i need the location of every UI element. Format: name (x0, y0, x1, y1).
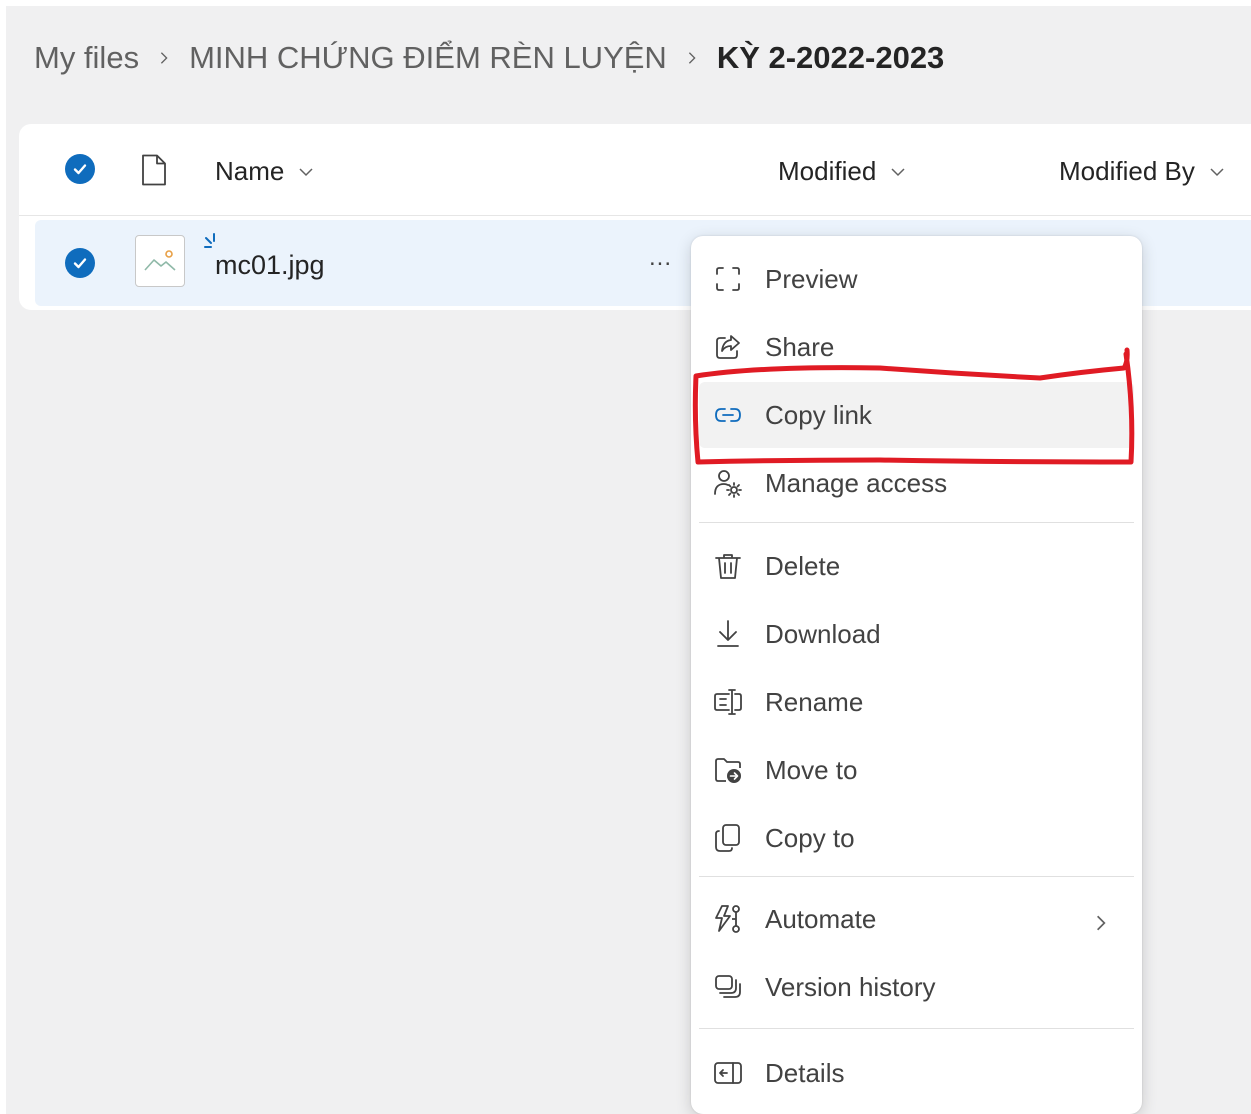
breadcrumb-folder[interactable]: MINH CHỨNG ĐIỂM RÈN LUYỆN (189, 40, 667, 76)
menu-item-automate[interactable]: Automate (699, 886, 1134, 952)
menu-item-details[interactable]: Details (699, 1040, 1134, 1106)
chevron-right-icon (1092, 908, 1110, 939)
menu-item-label: Copy link (765, 399, 872, 430)
rename-icon (711, 685, 745, 719)
menu-divider (699, 1028, 1134, 1029)
chevron-right-icon (157, 51, 171, 65)
menu-item-rename[interactable]: Rename (699, 669, 1134, 735)
file-type-icon (142, 154, 166, 186)
column-modified-label: Modified (778, 156, 877, 186)
move-to-icon (711, 753, 745, 787)
more-actions-button[interactable]: ... (649, 246, 672, 270)
column-header-modified-by[interactable]: Modified By (1059, 156, 1225, 187)
breadcrumb: My files MINH CHỨNG ĐIỂM RÈN LUYỆN KỲ 2-… (34, 36, 944, 80)
file-name[interactable]: mc01.jpg (215, 250, 325, 281)
menu-item-label: Manage access (765, 467, 948, 498)
menu-item-move-to[interactable]: Move to (699, 737, 1134, 803)
menu-divider (699, 522, 1134, 523)
file-list-header: Name Modified Modified By (19, 124, 1251, 216)
menu-item-label: Download (765, 618, 881, 649)
details-icon (711, 1056, 745, 1090)
menu-item-label: Share (765, 331, 835, 362)
menu-item-label: Automate (765, 903, 877, 934)
menu-divider (699, 876, 1134, 877)
checkmark-icon (73, 258, 87, 269)
preview-icon (711, 262, 745, 296)
column-header-modified[interactable]: Modified (778, 156, 906, 187)
menu-item-label: Rename (765, 686, 864, 717)
column-modified-by-label: Modified By (1059, 156, 1195, 186)
new-file-indicator-icon (204, 233, 215, 248)
link-icon (711, 398, 745, 432)
menu-item-label: Preview (765, 263, 858, 294)
menu-item-copy-link[interactable]: Copy link (699, 382, 1134, 448)
download-icon (711, 617, 745, 651)
version-history-icon (711, 970, 745, 1004)
menu-item-label: Version history (765, 971, 936, 1002)
image-file-icon (135, 235, 185, 287)
menu-item-label: Move to (765, 754, 858, 785)
select-all-checkbox[interactable] (65, 154, 95, 184)
chevron-right-icon (685, 51, 699, 65)
menu-item-label: Delete (765, 550, 841, 581)
menu-item-copy-to[interactable]: Copy to (699, 805, 1134, 871)
row-checkbox[interactable] (65, 248, 95, 278)
manage-access-icon (711, 466, 745, 500)
chevron-down-icon (890, 164, 906, 180)
breadcrumb-current-folder: KỲ 2-2022-2023 (716, 40, 945, 75)
trash-icon (711, 549, 745, 583)
breadcrumb-my-files[interactable]: My files (34, 40, 139, 76)
menu-item-manage-access[interactable]: Manage access (699, 450, 1134, 516)
menu-item-share[interactable]: Share (699, 314, 1134, 380)
chevron-down-icon (1209, 164, 1225, 180)
copy-to-icon (711, 821, 745, 855)
menu-item-label: Copy to (765, 822, 855, 853)
context-menu: Preview Share Copy link Manage access De… (691, 236, 1142, 1114)
menu-item-download[interactable]: Download (699, 601, 1134, 667)
menu-item-preview[interactable]: Preview (699, 246, 1134, 312)
column-header-name[interactable]: Name (215, 156, 314, 187)
menu-item-version-history[interactable]: Version history (699, 954, 1134, 1020)
automate-icon (711, 902, 745, 936)
column-name-label: Name (215, 156, 285, 186)
checkmark-icon (73, 164, 87, 175)
menu-item-delete[interactable]: Delete (699, 533, 1134, 599)
chevron-down-icon (298, 164, 314, 180)
menu-item-label: Details (765, 1057, 845, 1088)
share-icon (711, 330, 745, 364)
